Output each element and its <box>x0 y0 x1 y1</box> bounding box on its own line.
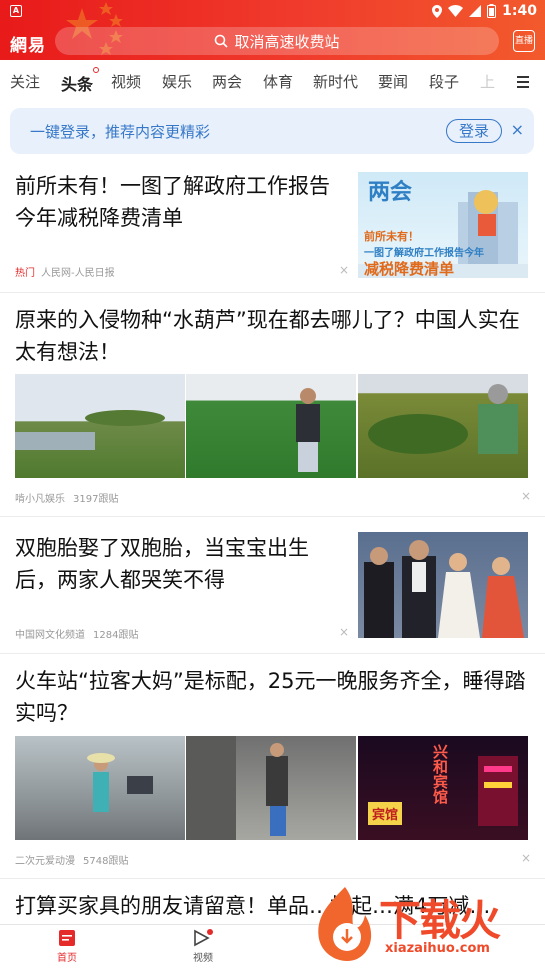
article-image <box>15 736 185 840</box>
search-placeholder: 取消高速收费站 <box>234 32 340 51</box>
wedding-photo <box>364 540 524 638</box>
hot-tag: 热门 <box>15 268 35 279</box>
watermark: 下载火 xiazaihuo.com <box>309 883 539 967</box>
tab-entertainment[interactable]: 娱乐 <box>162 71 192 92</box>
play-icon <box>194 929 213 947</box>
live-button[interactable]: 直播 <box>513 30 535 52</box>
article-title: 双胞胎娶了双胞胎，当宝宝出生后，两家人都哭笑不得 <box>15 536 309 592</box>
nav-video-label: 视频 <box>193 953 213 964</box>
signal-icon <box>469 5 482 17</box>
thumb-line3: 减税降费清单 <box>364 260 455 278</box>
article-image: 兴和宾馆 宾馆 <box>358 736 528 840</box>
thumb-line1: 前所未有！ <box>364 230 419 243</box>
article-title: 前所未有！一图了解政府工作报告今年减税降费清单 <box>15 174 330 230</box>
close-icon[interactable]: × <box>511 120 524 139</box>
dismiss-icon[interactable]: × <box>521 489 531 503</box>
article-thumbnail <box>358 532 528 638</box>
thumb-big-text: 两会 <box>368 180 413 205</box>
tab-video[interactable]: 视频 <box>111 71 141 92</box>
nav-video[interactable]: 视频 <box>173 929 233 964</box>
nav-home-label: 首页 <box>57 953 77 964</box>
article-item[interactable]: 前所未有！一图了解政府工作报告今年减税降费清单 热门 人民网-人民日报 × 两会 … <box>0 158 545 293</box>
tab-news[interactable]: 要闻 <box>378 71 408 92</box>
login-button[interactable]: 登录 <box>446 119 502 143</box>
tab-jokes[interactable]: 段子 <box>429 71 459 92</box>
neon-lights-photo <box>478 756 518 826</box>
search-icon <box>215 34 229 48</box>
tab-two-sessions[interactable]: 两会 <box>212 71 242 92</box>
status-time: 1:40 <box>502 3 537 19</box>
article-meta: 啃小凡娱乐 3197跟贴 <box>15 490 118 505</box>
article-item[interactable]: 双胞胎娶了双胞胎，当宝宝出生后，两家人都哭笑不得 中国网文化频道 1284跟贴 × <box>0 518 545 654</box>
alley-photo <box>186 736 288 840</box>
app-logo[interactable]: 網易 <box>10 31 46 56</box>
nav-home[interactable]: 首页 <box>37 929 97 964</box>
article-image <box>186 374 356 478</box>
comment-count: 3197跟贴 <box>73 494 119 505</box>
article-item[interactable]: 原来的入侵物种“水葫芦”现在都去哪儿了？中国人实在太有想法！ 啃小凡娱乐 3197… <box>0 294 545 517</box>
man-in-field-photo <box>296 388 320 472</box>
woman-in-plants-photo <box>368 384 518 454</box>
tab-follow[interactable]: 关注 <box>10 71 40 92</box>
dismiss-icon[interactable]: × <box>339 625 349 639</box>
dismiss-icon[interactable]: × <box>521 851 531 865</box>
tab-new-era[interactable]: 新时代 <box>313 71 358 92</box>
sim-icon: A <box>10 5 22 17</box>
status-bar: A 1:40 <box>0 0 545 24</box>
article-title: 原来的入侵物种“水葫芦”现在都去哪儿了？中国人实在太有想法！ <box>15 308 520 364</box>
dismiss-icon[interactable]: × <box>339 263 349 277</box>
article-meta: 热门 人民网-人民日报 <box>15 264 115 279</box>
tab-shanghai[interactable]: 上 <box>480 71 495 92</box>
comment-count: 5748跟贴 <box>83 856 129 867</box>
wifi-icon <box>448 5 464 17</box>
thumb-line2: 一图了解政府工作报告今年 <box>364 248 484 259</box>
article-source: 啃小凡娱乐 <box>15 494 65 505</box>
watermark-text: 下载火 <box>379 896 501 945</box>
search-bar[interactable]: 取消高速收费站 <box>55 27 499 55</box>
street-photo <box>87 753 153 812</box>
channel-tabs: 关注 头条 视频 娱乐 两会 体育 新时代 要闻 段子 上 <box>0 60 545 104</box>
article-image <box>186 736 356 840</box>
battery-icon <box>487 4 497 18</box>
article-thumbnail: 两会 前所未有！ 一图了解政府工作报告今年 减税降费清单 <box>358 172 528 278</box>
comment-count: 1284跟贴 <box>93 630 139 641</box>
article-source: 二次元爱动漫 <box>15 856 75 867</box>
flame-logo-icon <box>318 887 372 961</box>
article-image <box>15 374 185 478</box>
new-indicator-dot <box>93 67 100 73</box>
article-source: 人民网-人民日报 <box>41 268 115 279</box>
article-image <box>358 374 528 478</box>
article-source: 中国网文化频道 <box>15 630 85 641</box>
article-title: 火车站“拉客大妈”是标配，25元一晚服务齐全，睡得踏实吗？ <box>15 669 526 725</box>
tab-sports[interactable]: 体育 <box>263 71 293 92</box>
article-meta: 二次元爱动漫 5748跟贴 <box>15 852 128 867</box>
menu-icon[interactable] <box>517 76 529 91</box>
home-icon <box>59 930 75 946</box>
article-meta: 中国网文化频道 1284跟贴 <box>15 626 138 641</box>
article-item[interactable]: 火车站“拉客大妈”是标配，25元一晚服务齐全，睡得踏实吗？ 兴和宾馆 宾馆 二次… <box>0 655 545 879</box>
wetland-photo <box>15 410 165 450</box>
login-prompt-text: 一键登录，推荐内容更精彩 <box>30 123 211 141</box>
app-root: A 1:40 網易 取消高速收费站 直播 关注 头条 视频 娱乐 两会 体育 新… <box>0 0 545 969</box>
location-icon <box>432 4 443 18</box>
tab-headlines-label: 头条 <box>61 75 94 94</box>
tab-headlines[interactable]: 头条 <box>61 67 100 95</box>
login-banner: 一键登录，推荐内容更精彩 登录 × <box>10 108 534 154</box>
top-header: A 1:40 網易 取消高速收费站 直播 <box>0 0 545 60</box>
watermark-url: xiazaihuo.com <box>385 941 490 956</box>
